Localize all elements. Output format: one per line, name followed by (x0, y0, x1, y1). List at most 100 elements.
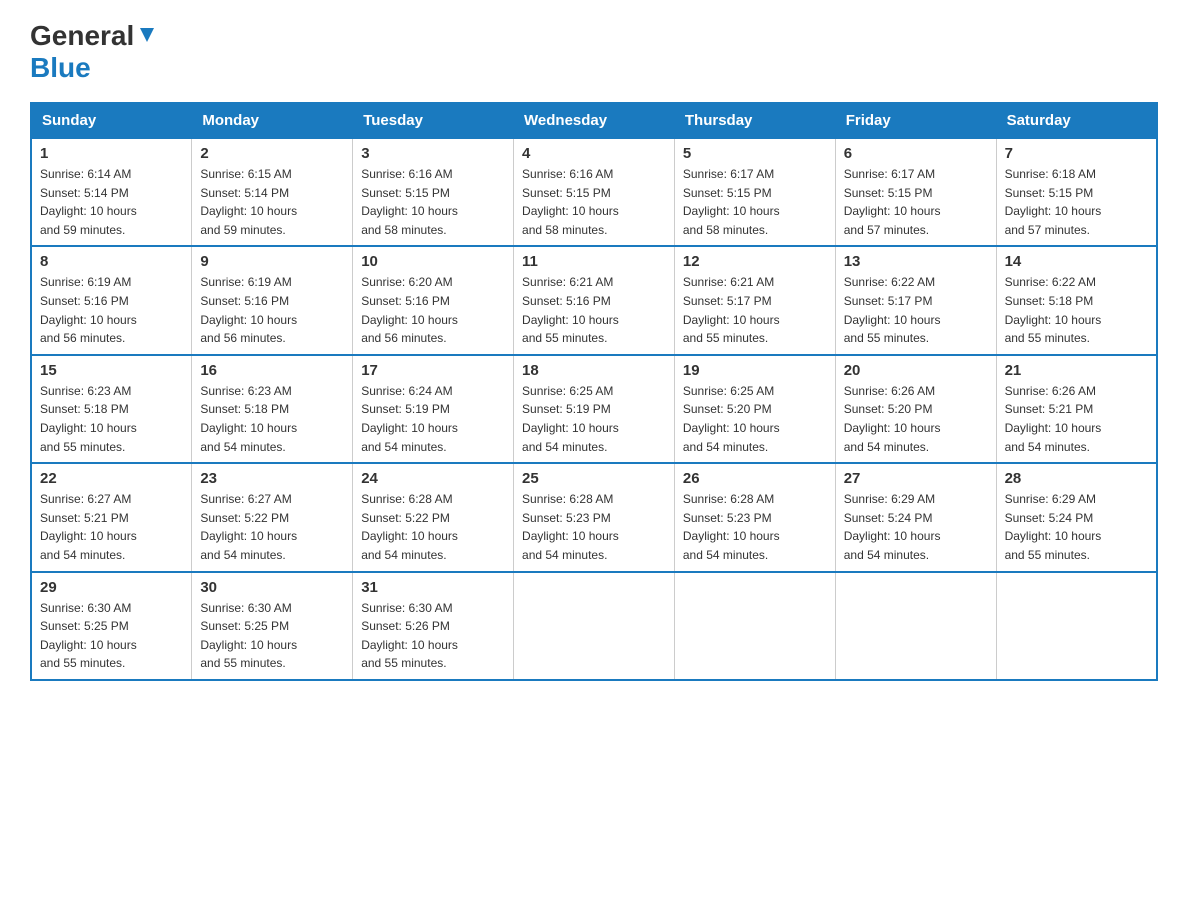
day-of-week-header: Thursday (674, 103, 835, 138)
day-info: Sunrise: 6:26 AMSunset: 5:20 PMDaylight:… (844, 384, 941, 454)
day-info: Sunrise: 6:19 AMSunset: 5:16 PMDaylight:… (200, 275, 297, 345)
day-number: 17 (361, 362, 505, 379)
calendar-cell: 28 Sunrise: 6:29 AMSunset: 5:24 PMDaylig… (996, 463, 1157, 571)
day-of-week-header: Sunday (31, 103, 192, 138)
day-info: Sunrise: 6:29 AMSunset: 5:24 PMDaylight:… (1005, 492, 1102, 562)
day-info: Sunrise: 6:28 AMSunset: 5:22 PMDaylight:… (361, 492, 458, 562)
calendar-cell: 8 Sunrise: 6:19 AMSunset: 5:16 PMDayligh… (31, 246, 192, 354)
day-info: Sunrise: 6:30 AMSunset: 5:25 PMDaylight:… (40, 601, 137, 671)
day-info: Sunrise: 6:25 AMSunset: 5:20 PMDaylight:… (683, 384, 780, 454)
day-number: 2 (200, 145, 344, 162)
calendar-cell: 26 Sunrise: 6:28 AMSunset: 5:23 PMDaylig… (674, 463, 835, 571)
day-number: 28 (1005, 470, 1148, 487)
day-of-week-header: Tuesday (353, 103, 514, 138)
day-info: Sunrise: 6:21 AMSunset: 5:17 PMDaylight:… (683, 275, 780, 345)
calendar-cell: 3 Sunrise: 6:16 AMSunset: 5:15 PMDayligh… (353, 138, 514, 246)
day-number: 31 (361, 579, 505, 596)
calendar-cell: 5 Sunrise: 6:17 AMSunset: 5:15 PMDayligh… (674, 138, 835, 246)
day-info: Sunrise: 6:16 AMSunset: 5:15 PMDaylight:… (522, 167, 619, 237)
day-number: 13 (844, 253, 988, 270)
day-info: Sunrise: 6:25 AMSunset: 5:19 PMDaylight:… (522, 384, 619, 454)
calendar-cell: 14 Sunrise: 6:22 AMSunset: 5:18 PMDaylig… (996, 246, 1157, 354)
calendar-cell: 4 Sunrise: 6:16 AMSunset: 5:15 PMDayligh… (514, 138, 675, 246)
calendar-cell: 15 Sunrise: 6:23 AMSunset: 5:18 PMDaylig… (31, 355, 192, 463)
day-info: Sunrise: 6:16 AMSunset: 5:15 PMDaylight:… (361, 167, 458, 237)
day-info: Sunrise: 6:27 AMSunset: 5:21 PMDaylight:… (40, 492, 137, 562)
day-info: Sunrise: 6:17 AMSunset: 5:15 PMDaylight:… (683, 167, 780, 237)
day-number: 14 (1005, 253, 1148, 270)
day-number: 25 (522, 470, 666, 487)
day-info: Sunrise: 6:17 AMSunset: 5:15 PMDaylight:… (844, 167, 941, 237)
day-number: 19 (683, 362, 827, 379)
day-number: 11 (522, 253, 666, 270)
calendar-cell (674, 572, 835, 680)
calendar-week-row: 1 Sunrise: 6:14 AMSunset: 5:14 PMDayligh… (31, 138, 1157, 246)
logo-general-text: General (30, 20, 134, 52)
day-info: Sunrise: 6:15 AMSunset: 5:14 PMDaylight:… (200, 167, 297, 237)
day-number: 23 (200, 470, 344, 487)
calendar-cell: 24 Sunrise: 6:28 AMSunset: 5:22 PMDaylig… (353, 463, 514, 571)
day-of-week-header: Wednesday (514, 103, 675, 138)
calendar-cell: 7 Sunrise: 6:18 AMSunset: 5:15 PMDayligh… (996, 138, 1157, 246)
calendar-cell: 30 Sunrise: 6:30 AMSunset: 5:25 PMDaylig… (192, 572, 353, 680)
day-info: Sunrise: 6:24 AMSunset: 5:19 PMDaylight:… (361, 384, 458, 454)
day-number: 3 (361, 145, 505, 162)
day-info: Sunrise: 6:20 AMSunset: 5:16 PMDaylight:… (361, 275, 458, 345)
day-number: 30 (200, 579, 344, 596)
calendar-cell: 2 Sunrise: 6:15 AMSunset: 5:14 PMDayligh… (192, 138, 353, 246)
day-number: 7 (1005, 145, 1148, 162)
day-info: Sunrise: 6:19 AMSunset: 5:16 PMDaylight:… (40, 275, 137, 345)
day-number: 5 (683, 145, 827, 162)
day-of-week-header: Monday (192, 103, 353, 138)
day-info: Sunrise: 6:30 AMSunset: 5:26 PMDaylight:… (361, 601, 458, 671)
day-number: 20 (844, 362, 988, 379)
page-header: General Blue (30, 20, 1158, 84)
calendar-cell (835, 572, 996, 680)
calendar-week-row: 22 Sunrise: 6:27 AMSunset: 5:21 PMDaylig… (31, 463, 1157, 571)
day-of-week-header: Saturday (996, 103, 1157, 138)
calendar-cell: 29 Sunrise: 6:30 AMSunset: 5:25 PMDaylig… (31, 572, 192, 680)
calendar-cell: 31 Sunrise: 6:30 AMSunset: 5:26 PMDaylig… (353, 572, 514, 680)
calendar-cell: 11 Sunrise: 6:21 AMSunset: 5:16 PMDaylig… (514, 246, 675, 354)
calendar-cell: 18 Sunrise: 6:25 AMSunset: 5:19 PMDaylig… (514, 355, 675, 463)
day-number: 24 (361, 470, 505, 487)
day-info: Sunrise: 6:18 AMSunset: 5:15 PMDaylight:… (1005, 167, 1102, 237)
calendar-cell: 10 Sunrise: 6:20 AMSunset: 5:16 PMDaylig… (353, 246, 514, 354)
day-number: 16 (200, 362, 344, 379)
calendar-cell: 13 Sunrise: 6:22 AMSunset: 5:17 PMDaylig… (835, 246, 996, 354)
calendar-table: SundayMondayTuesdayWednesdayThursdayFrid… (30, 102, 1158, 681)
day-number: 29 (40, 579, 183, 596)
calendar-cell: 19 Sunrise: 6:25 AMSunset: 5:20 PMDaylig… (674, 355, 835, 463)
calendar-cell: 9 Sunrise: 6:19 AMSunset: 5:16 PMDayligh… (192, 246, 353, 354)
day-number: 6 (844, 145, 988, 162)
day-info: Sunrise: 6:21 AMSunset: 5:16 PMDaylight:… (522, 275, 619, 345)
calendar-week-row: 29 Sunrise: 6:30 AMSunset: 5:25 PMDaylig… (31, 572, 1157, 680)
calendar-cell: 12 Sunrise: 6:21 AMSunset: 5:17 PMDaylig… (674, 246, 835, 354)
calendar-cell: 22 Sunrise: 6:27 AMSunset: 5:21 PMDaylig… (31, 463, 192, 571)
day-info: Sunrise: 6:22 AMSunset: 5:17 PMDaylight:… (844, 275, 941, 345)
day-info: Sunrise: 6:27 AMSunset: 5:22 PMDaylight:… (200, 492, 297, 562)
day-info: Sunrise: 6:23 AMSunset: 5:18 PMDaylight:… (200, 384, 297, 454)
day-info: Sunrise: 6:30 AMSunset: 5:25 PMDaylight:… (200, 601, 297, 671)
day-info: Sunrise: 6:23 AMSunset: 5:18 PMDaylight:… (40, 384, 137, 454)
calendar-cell: 1 Sunrise: 6:14 AMSunset: 5:14 PMDayligh… (31, 138, 192, 246)
calendar-cell: 16 Sunrise: 6:23 AMSunset: 5:18 PMDaylig… (192, 355, 353, 463)
day-number: 8 (40, 253, 183, 270)
day-number: 9 (200, 253, 344, 270)
day-number: 22 (40, 470, 183, 487)
day-number: 26 (683, 470, 827, 487)
logo-blue-text: Blue (30, 52, 91, 83)
calendar-cell: 23 Sunrise: 6:27 AMSunset: 5:22 PMDaylig… (192, 463, 353, 571)
day-info: Sunrise: 6:26 AMSunset: 5:21 PMDaylight:… (1005, 384, 1102, 454)
day-number: 12 (683, 253, 827, 270)
day-info: Sunrise: 6:28 AMSunset: 5:23 PMDaylight:… (683, 492, 780, 562)
day-number: 1 (40, 145, 183, 162)
calendar-cell: 21 Sunrise: 6:26 AMSunset: 5:21 PMDaylig… (996, 355, 1157, 463)
day-number: 10 (361, 253, 505, 270)
day-number: 27 (844, 470, 988, 487)
day-info: Sunrise: 6:22 AMSunset: 5:18 PMDaylight:… (1005, 275, 1102, 345)
calendar-week-row: 8 Sunrise: 6:19 AMSunset: 5:16 PMDayligh… (31, 246, 1157, 354)
calendar-cell: 27 Sunrise: 6:29 AMSunset: 5:24 PMDaylig… (835, 463, 996, 571)
calendar-cell (996, 572, 1157, 680)
day-number: 4 (522, 145, 666, 162)
